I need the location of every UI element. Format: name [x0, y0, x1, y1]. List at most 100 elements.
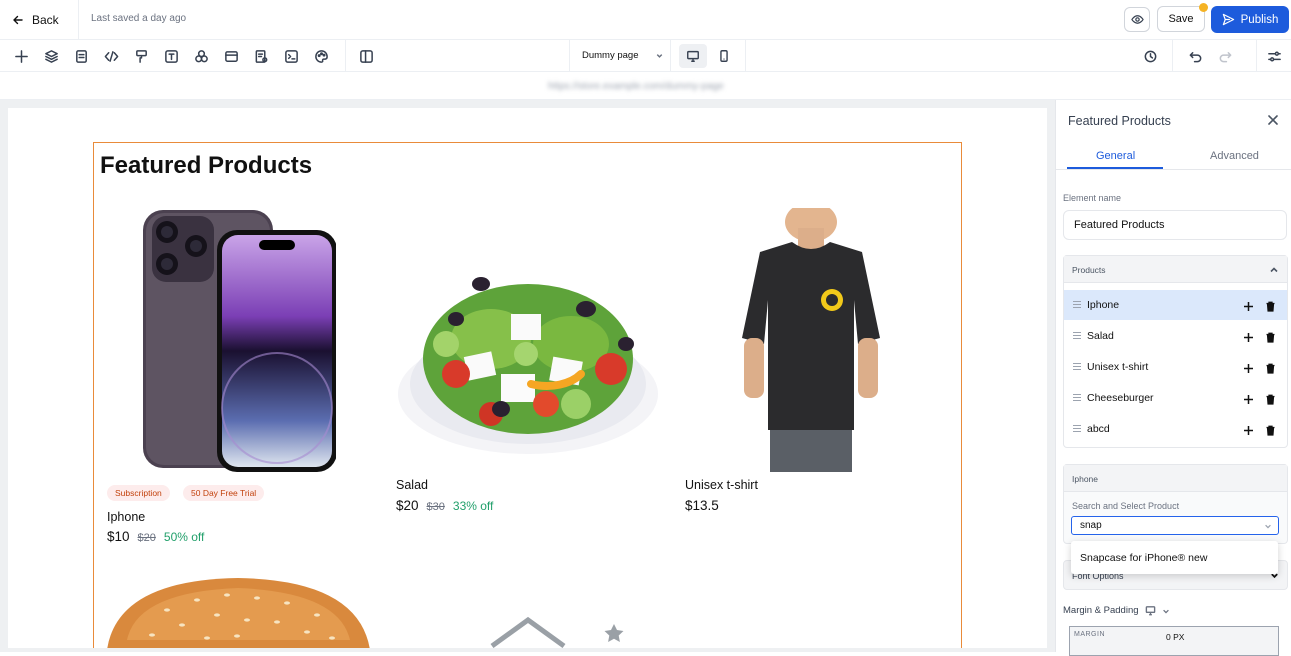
add-icon[interactable]	[1243, 330, 1254, 342]
top-bar: Back Last saved a day ago Save Publish	[0, 0, 1291, 40]
list-item[interactable]: Salad	[1064, 321, 1287, 351]
section-title: Featured Products	[100, 152, 313, 179]
product-item-label: Unisex t-shirt	[1087, 361, 1149, 373]
divider	[670, 40, 671, 72]
panel-title: Featured Products	[1068, 114, 1171, 128]
smartphone-icon	[720, 50, 728, 62]
layout-icon[interactable]	[222, 47, 240, 65]
trash-icon[interactable]	[1265, 330, 1276, 343]
history-icon[interactable]	[1141, 47, 1159, 65]
form-icon[interactable]	[252, 47, 270, 65]
chevron-down-icon[interactable]	[1162, 607, 1170, 615]
add-icon[interactable]	[1243, 299, 1254, 311]
margin-label: MARGIN	[1074, 631, 1105, 638]
product-image-tshirt[interactable]	[730, 208, 892, 472]
add-icon[interactable]	[1243, 361, 1254, 373]
product-image-iphone[interactable]	[140, 208, 336, 472]
save-button[interactable]: Save	[1157, 6, 1205, 32]
text-icon[interactable]	[162, 47, 180, 65]
code-icon[interactable]	[102, 47, 120, 65]
drag-handle-icon[interactable]	[1073, 363, 1081, 371]
layers-icon[interactable]	[42, 47, 60, 65]
product-item-label: abcd	[1087, 423, 1110, 435]
product-price: $20 $30 33% off	[396, 498, 493, 513]
add-icon[interactable]	[12, 47, 30, 65]
redo-icon[interactable]	[1216, 47, 1234, 65]
badge-free-trial: 50 Day Free Trial	[183, 485, 265, 501]
search-product-label: Search and Select Product	[1072, 501, 1180, 511]
chevron-up-icon	[1270, 267, 1278, 273]
page-selector-value: Dummy page	[582, 50, 639, 61]
back-button[interactable]: Back	[12, 11, 59, 29]
chevron-down-icon	[656, 54, 662, 58]
product-item-label: Iphone	[1087, 299, 1120, 311]
divider	[745, 40, 746, 72]
preview-button[interactable]	[1124, 7, 1150, 32]
trash-icon[interactable]	[1265, 392, 1276, 405]
product-name: Unisex t-shirt	[685, 478, 758, 492]
shapes-icon[interactable]	[192, 47, 210, 65]
divider	[1256, 40, 1257, 72]
placeholder-image	[490, 616, 624, 648]
product-price: $13.5	[685, 498, 719, 513]
undo-icon[interactable]	[1186, 47, 1204, 65]
drag-handle-icon[interactable]	[1073, 301, 1081, 309]
page-url[interactable]: https://store.example.com/dummy-page	[548, 81, 724, 92]
product-search-value: snap	[1080, 520, 1102, 531]
desktop-view-button[interactable]	[679, 44, 707, 68]
margin-padding-label: Margin & Padding	[1063, 605, 1170, 616]
eye-icon	[1130, 15, 1144, 24]
product-name: Iphone	[107, 510, 146, 524]
drag-handle-icon[interactable]	[1073, 425, 1081, 433]
tab-advanced[interactable]: Advanced	[1210, 150, 1259, 162]
trash-icon[interactable]	[1265, 361, 1276, 374]
publish-label: Publish	[1240, 13, 1279, 26]
drag-handle-icon[interactable]	[1073, 332, 1081, 340]
product-suggestion-option[interactable]: Snapcase for iPhone® new	[1071, 541, 1278, 574]
price-current: $10	[107, 529, 130, 544]
palette-icon[interactable]	[312, 47, 330, 65]
price-current: $13.5	[685, 498, 719, 513]
list-item[interactable]: abcd	[1064, 414, 1287, 444]
page-selector[interactable]: Dummy page	[582, 50, 664, 61]
add-icon[interactable]	[1243, 423, 1254, 435]
product-item-label: Salad	[1087, 330, 1114, 342]
product-image-salad[interactable]	[396, 244, 660, 468]
back-label: Back	[32, 13, 59, 27]
divider	[78, 0, 79, 40]
active-tab-indicator	[1067, 167, 1163, 169]
margin-padding-text: Margin & Padding	[1063, 605, 1139, 616]
selected-product-header: Iphone	[1064, 465, 1287, 492]
product-search-input[interactable]: snap	[1071, 516, 1279, 535]
settings-sliders-icon[interactable]	[1265, 47, 1283, 65]
product-image-burger[interactable]	[107, 570, 370, 648]
price-original: $30	[426, 501, 445, 513]
send-icon	[1222, 13, 1234, 26]
drag-handle-icon[interactable]	[1073, 394, 1081, 402]
trash-icon[interactable]	[1265, 299, 1276, 312]
list-item[interactable]: Iphone	[1064, 290, 1287, 320]
close-icon[interactable]	[1267, 113, 1281, 127]
unsaved-indicator	[1199, 3, 1208, 12]
products-header[interactable]: Products	[1064, 256, 1287, 283]
margin-value[interactable]: 0 PX	[1166, 632, 1184, 642]
tab-general[interactable]: General	[1096, 150, 1135, 162]
publish-button[interactable]: Publish	[1211, 6, 1289, 33]
badge-subscription: Subscription	[107, 485, 170, 501]
terminal-icon[interactable]	[282, 47, 300, 65]
list-item[interactable]: Cheeseburger	[1064, 383, 1287, 413]
products-list: Products Iphone Salad Unisex t-shirt Cheese…	[1063, 255, 1288, 448]
mobile-view-button[interactable]	[714, 44, 734, 68]
list-item[interactable]: Unisex t-shirt	[1064, 352, 1287, 382]
element-name-input[interactable]: Featured Products	[1063, 210, 1287, 240]
split-view-icon[interactable]	[357, 47, 375, 65]
monitor-icon[interactable]	[1145, 605, 1156, 616]
add-icon[interactable]	[1243, 392, 1254, 404]
product-item-label: Cheeseburger	[1087, 392, 1154, 404]
chevron-down-icon	[1265, 524, 1271, 529]
monitor-icon	[687, 50, 699, 62]
paint-roller-icon[interactable]	[132, 47, 150, 65]
page-icon[interactable]	[72, 47, 90, 65]
divider	[1172, 40, 1173, 72]
trash-icon[interactable]	[1265, 423, 1276, 436]
